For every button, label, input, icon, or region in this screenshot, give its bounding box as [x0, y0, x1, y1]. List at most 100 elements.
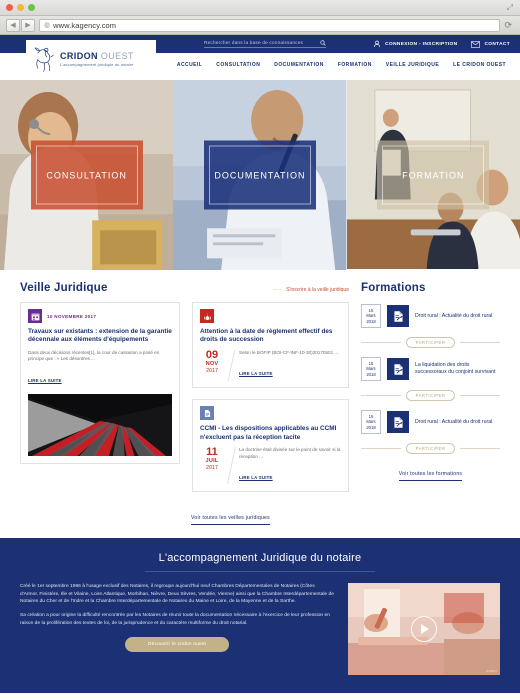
formation-item[interactable]: 15 Mars 2018 Droit rural: Actualité du … — [361, 302, 500, 330]
hero-banner: CONSULTATION DOCUMENTATION FORMATION — [0, 80, 520, 270]
card-title: CCMI - Les dispositions applicables au C… — [200, 425, 337, 441]
hero-cta-consultation[interactable]: CONSULTATION — [30, 140, 143, 210]
login-link[interactable]: CONNEXION - INSCRIPTION — [373, 40, 457, 48]
divider — [227, 447, 236, 485]
card-meta — [200, 309, 341, 323]
play-triangle — [421, 624, 429, 635]
veille-card-ccmi[interactable]: CCMI - Les dispositions applicables au C… — [192, 399, 349, 493]
video-watermark: VIDEO — [486, 669, 497, 674]
participate-button[interactable]: PARTICIPER — [405, 443, 456, 454]
hero-cta-documentation[interactable]: DOCUMENTATION — [203, 140, 316, 210]
hero-cta-formation[interactable]: FORMATION — [377, 140, 490, 210]
signed-document-icon — [387, 305, 409, 327]
read-more-link[interactable]: LIRE LA SUITE — [28, 378, 62, 383]
card-meta: 10 NOVEMBRE 2017 — [28, 309, 172, 323]
card-body: 09 NOV 2017 Selon le BOFIP (BOI-CF-INF-1… — [200, 349, 341, 381]
veille-header: Veille Juridique ··· S'inscrire à la vei… — [20, 282, 349, 302]
minimize-window-button[interactable] — [17, 4, 24, 11]
browser-titlebar: ⤢ — [0, 0, 520, 16]
search-icon[interactable] — [320, 40, 326, 46]
navigation-buttons[interactable]: ◀ ▶ — [6, 18, 35, 32]
document-icon — [200, 406, 214, 421]
envelope-icon — [471, 40, 481, 48]
address-bar[interactable]: ◍ www.kagency.com — [39, 18, 501, 32]
formations-section-title: Formations — [361, 282, 426, 294]
site-footer: CRIDON OUEST L'accompagnement juridique … — [0, 693, 520, 700]
expand-icon[interactable]: ⤢ — [507, 4, 513, 12]
logo-name-secondary: OUEST — [100, 51, 134, 61]
close-window-button[interactable] — [6, 4, 13, 11]
play-icon[interactable] — [411, 616, 437, 643]
formation-item[interactable]: 15 Mars 2018 La liquidation des droits s… — [361, 355, 500, 383]
divider — [361, 395, 401, 396]
site-navbar: CRIDON OUEST L'accompagnement juridique … — [0, 40, 520, 80]
participate-button[interactable]: PARTICIPER — [405, 337, 456, 348]
formation-date: 15 Mars 2018 — [361, 357, 381, 381]
discover-button[interactable]: Découvrir le cridon ouest — [125, 637, 229, 653]
about-paragraph-2: Sa création a pour origine la difficulté… — [20, 613, 330, 626]
about-body: Créé le 1er septembre 1966 à l'usage exc… — [20, 583, 500, 676]
site-logo[interactable]: CRIDON OUEST L'accompagnement juridique … — [26, 40, 156, 78]
forward-arrow-icon[interactable]: ▶ — [21, 18, 35, 32]
card-title: Attention à la date de règlement effecti… — [200, 328, 333, 344]
card-text: La doctrine était divisée sur le point d… — [239, 447, 341, 484]
formation-item[interactable]: 15 Mars 2018 Droit rural: Actualité du … — [361, 408, 500, 436]
see-all-veilles-link[interactable]: Voir toutes les veilles juridiques — [191, 515, 270, 526]
utility-links: CONNEXION - INSCRIPTION CONTACT — [373, 40, 510, 48]
formation-year: 2018 — [366, 424, 376, 430]
formation-name: Droit rural : Actualité du droit rural — [415, 418, 493, 425]
card-body: 11 JUIL 2017 La doctrine était divisée s… — [200, 447, 341, 485]
subscribe-veille-link[interactable]: ··· S'inscrire à la veille juridique — [273, 287, 349, 293]
participate-button[interactable]: PARTICIPER — [405, 390, 456, 401]
nav-item-veille-juridique[interactable]: VEILLE JURIDIQUE — [386, 62, 439, 68]
nav-item-documentation[interactable]: DOCUMENTATION — [274, 62, 324, 68]
hero-panel-formation[interactable]: FORMATION — [346, 80, 520, 270]
about-title: L'accompagnement Juridique du notaire — [158, 552, 362, 565]
formation-date: 15 Mars 2018 — [361, 304, 381, 328]
search-input[interactable]: Rechercher dans la base de connaissances — [204, 40, 326, 48]
card-year: 2017 — [206, 367, 218, 374]
nav-item-consultation[interactable]: CONSULTATION — [216, 62, 260, 68]
card-month: NOV — [205, 360, 219, 367]
card-title: Travaux sur existants : extension de la … — [28, 328, 172, 344]
logo-tagline: L'accompagnement juridique du notaire — [60, 62, 134, 67]
divider — [227, 349, 236, 381]
card-year: 2017 — [206, 465, 218, 472]
nav-item-accueil[interactable]: ACCUEIL — [177, 62, 202, 68]
calendar-icon — [28, 309, 42, 323]
nav-item-le-cridon-ouest[interactable]: LE CRIDON OUEST — [453, 62, 506, 68]
participate-row: PARTICIPER — [361, 337, 500, 348]
veille-card-featured[interactable]: 10 NOVEMBRE 2017 Travaux sur existants :… — [20, 302, 180, 464]
read-more-link[interactable]: LIRE LA SUITE — [239, 475, 273, 480]
subscribe-label: S'inscrire à la veille juridique — [286, 287, 349, 293]
veille-mid-column: Attention à la date de règlement effecti… — [191, 302, 349, 526]
formation-year: 2018 — [366, 371, 376, 377]
about-text: Créé le 1er septembre 1966 à l'usage exc… — [20, 583, 334, 675]
signed-document-icon — [387, 411, 409, 433]
reload-icon[interactable]: ⟳ — [504, 20, 514, 31]
card-date-block: 09 NOV 2017 — [200, 349, 224, 375]
divider — [145, 571, 375, 573]
divider — [460, 342, 500, 343]
url-text: www.kagency.com — [53, 20, 117, 30]
site-info-icon[interactable]: ◍ — [44, 21, 50, 29]
logo-text: CRIDON OUEST L'accompagnement juridique … — [60, 51, 134, 67]
nav-item-formation[interactable]: FORMATION — [338, 62, 372, 68]
maximize-window-button[interactable] — [28, 4, 35, 11]
window-controls[interactable] — [6, 4, 35, 11]
read-more-link[interactable]: LIRE LA SUITE — [239, 371, 273, 376]
horse-rider-icon — [34, 47, 54, 72]
contact-link[interactable]: CONTACT — [471, 40, 510, 48]
back-arrow-icon[interactable]: ◀ — [6, 18, 20, 32]
veille-card-succession[interactable]: Attention à la date de règlement effecti… — [192, 302, 349, 389]
search-placeholder: Rechercher dans la base de connaissances — [204, 40, 304, 46]
card-excerpt: La doctrine était divisée sur le point d… — [239, 447, 341, 459]
divider — [361, 448, 401, 449]
see-all-formations-link[interactable]: Voir toutes les formations — [398, 471, 463, 481]
hero-panel-consultation[interactable]: CONSULTATION — [0, 80, 174, 270]
browser-toolbar: ◀ ▶ ◍ www.kagency.com ⟳ — [0, 16, 520, 35]
hero-panel-documentation[interactable]: DOCUMENTATION — [173, 80, 347, 270]
main-content: Veille Juridique ··· S'inscrire à la vei… — [0, 270, 520, 526]
main-nav: ACCUEIL CONSULTATION DOCUMENTATION FORMA… — [177, 62, 506, 68]
about-video[interactable]: VIDEO — [348, 583, 500, 676]
